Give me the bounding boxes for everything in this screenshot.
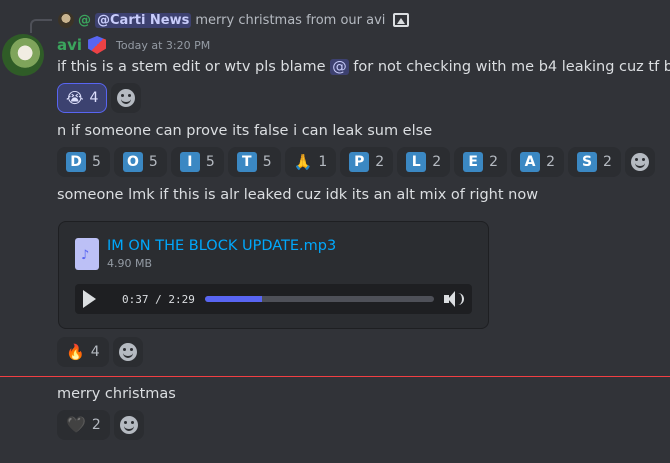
- reaction-letter-s[interactable]: S 2: [567, 147, 621, 177]
- message-text: for not checking with me b4 leaking cuz …: [348, 59, 670, 75]
- reaction-count: 4: [90, 344, 100, 360]
- role-badge-icon: [88, 36, 107, 54]
- author-avatar[interactable]: [2, 34, 44, 76]
- reply-text[interactable]: merry christmas from our avi: [195, 13, 385, 28]
- reaction-count: 5: [148, 154, 158, 170]
- smiley-plus-icon: [119, 416, 138, 434]
- reaction-pray[interactable]: 🙏 1: [284, 147, 337, 177]
- reaction-count: 2: [546, 154, 555, 170]
- reaction-letter-o[interactable]: O 5: [113, 147, 167, 177]
- reaction-count: 2: [489, 154, 499, 170]
- new-messages-divider: [0, 376, 670, 377]
- add-reaction-button[interactable]: [112, 337, 143, 367]
- play-icon[interactable]: [83, 290, 96, 308]
- reaction-count: 1: [318, 154, 328, 170]
- reply-author[interactable]: @: [78, 13, 91, 28]
- message-2-text: merry christmas: [57, 386, 176, 402]
- audio-attachment: IM ON THE BLOCK UPDATE.mp3 4.90 MB 0:37 …: [58, 221, 489, 329]
- reaction-count: 5: [262, 154, 272, 170]
- seek-bar[interactable]: [204, 296, 434, 302]
- folded-hands-icon: 🙏: [293, 152, 313, 171]
- smiley-plus-icon: [630, 153, 649, 171]
- reaction-letter-l[interactable]: L 2: [397, 147, 451, 177]
- image-icon: [393, 13, 410, 27]
- playback-time: 0:37 / 2:29: [122, 292, 195, 306]
- message-line-2: n if someone can prove its false i can l…: [57, 123, 433, 139]
- reaction-letter-i[interactable]: I 5: [170, 147, 224, 177]
- attachment-filename-link[interactable]: IM ON THE BLOCK UPDATE.mp3: [107, 238, 336, 254]
- heart-icon: 🖤: [66, 415, 86, 434]
- reaction-count: 2: [91, 417, 101, 433]
- add-reaction-button[interactable]: [113, 410, 144, 440]
- volume-icon[interactable]: [444, 290, 464, 308]
- seek-progress: [204, 296, 263, 302]
- regional-indicator-p-icon: P: [349, 152, 370, 172]
- reply-preview[interactable]: @ @Carti News merry christmas from our a…: [58, 10, 410, 30]
- author-name[interactable]: avi: [57, 36, 82, 54]
- attachment-size: 4.90 MB: [107, 257, 153, 270]
- message-text: if this is a stem edit or wtv pls blame: [57, 59, 331, 75]
- regional-indicator-d-icon: D: [66, 152, 86, 172]
- regional-indicator-t-icon: T: [236, 152, 257, 172]
- regional-indicator-e-icon: E: [463, 152, 484, 172]
- regional-indicator-a-icon: A: [520, 152, 541, 172]
- reaction-letter-t[interactable]: T 5: [227, 147, 281, 177]
- reaction-count: 5: [205, 154, 215, 170]
- message-line-1: if this is a stem edit or wtv pls blame …: [57, 59, 670, 75]
- smiley-plus-icon: [118, 343, 137, 361]
- smiley-plus-icon: [117, 89, 136, 107]
- reaction-heart[interactable]: 🖤 2: [57, 410, 110, 440]
- message-header: avi Today at 3:20 PM: [57, 36, 210, 54]
- audio-file-icon: [75, 238, 99, 270]
- message-timestamp: Today at 3:20 PM: [116, 38, 211, 52]
- reply-connector: [30, 19, 52, 33]
- fire-icon: 🔥: [66, 342, 85, 361]
- reaction-count: 2: [602, 154, 612, 170]
- regional-indicator-o-icon: O: [122, 152, 143, 172]
- regional-indicator-s-icon: S: [576, 152, 597, 172]
- reaction-letter-e[interactable]: E 2: [454, 147, 508, 177]
- reaction-count: 2: [375, 154, 385, 170]
- regional-indicator-l-icon: L: [406, 152, 427, 172]
- message-line-3: someone lmk if this is alr leaked cuz id…: [57, 187, 539, 203]
- reaction-bar-3: 🔥 4: [57, 337, 143, 367]
- reaction-count: 4: [89, 90, 99, 106]
- reaction-letter-p[interactable]: P 2: [340, 147, 394, 177]
- reply-avatar: [58, 12, 74, 28]
- reaction-letter-d[interactable]: D 5: [57, 147, 110, 177]
- reply-mention[interactable]: @Carti News: [95, 12, 192, 28]
- reaction-bar-4: 🖤 2: [57, 410, 144, 440]
- reaction-bar-1: 😭 4: [57, 83, 142, 113]
- reaction-count: 2: [432, 154, 442, 170]
- reaction-crying[interactable]: 😭 4: [57, 83, 108, 113]
- regional-indicator-i-icon: I: [179, 152, 200, 172]
- user-mention[interactable]: @: [330, 59, 349, 75]
- reaction-fire[interactable]: 🔥 4: [57, 337, 109, 367]
- add-reaction-button[interactable]: [111, 83, 142, 113]
- reaction-count: 5: [92, 154, 101, 170]
- loudly-crying-face-icon: 😭: [66, 88, 84, 107]
- reaction-letter-a[interactable]: A 2: [511, 147, 564, 177]
- reaction-bar-2: D 5 O 5 I 5 T 5 🙏 1 P 2 L 2 E 2 A 2 S 2: [57, 147, 655, 177]
- audio-player: 0:37 / 2:29: [75, 284, 472, 314]
- add-reaction-button[interactable]: [624, 147, 655, 177]
